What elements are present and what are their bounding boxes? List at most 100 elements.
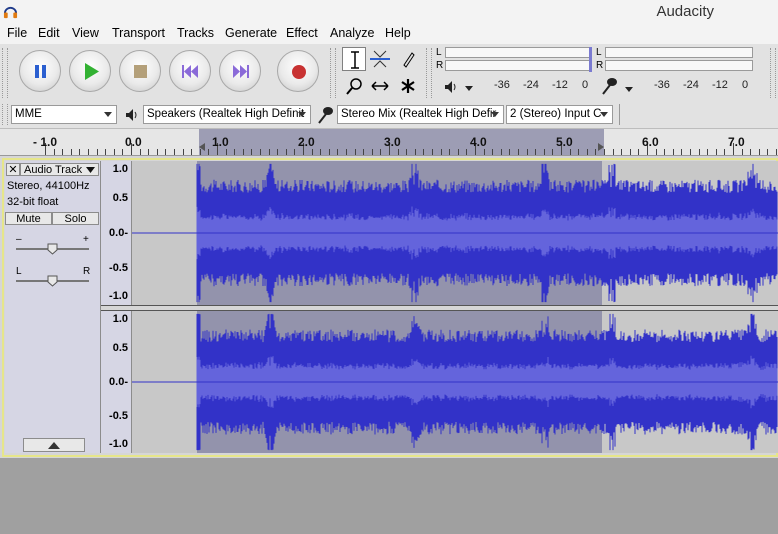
- pause-button[interactable]: [19, 50, 61, 92]
- waveform-left-channel[interactable]: [132, 161, 778, 305]
- mute-label: Mute: [16, 213, 41, 225]
- time-shift-tool[interactable]: [368, 74, 392, 98]
- microphone-icon: [318, 107, 333, 124]
- ruler-tick: [699, 149, 700, 155]
- track-area: ✕ Audio Track Stereo, 44100Hz 32-bit flo…: [0, 156, 778, 458]
- vertical-scale-right[interactable]: 1.0 0.5 0.0- -0.5 -1.0: [101, 311, 132, 453]
- zoom-tool[interactable]: [342, 74, 366, 98]
- ruler-tick: [157, 149, 158, 155]
- solo-button[interactable]: Solo: [52, 212, 99, 225]
- record-dropdown-arrow: [625, 87, 633, 92]
- output-device-value: Speakers (Realtek High Definit: [147, 108, 305, 120]
- toolbar-grip-right[interactable]: [770, 48, 776, 98]
- ruler-tick: [570, 149, 571, 155]
- ruler-tick: [105, 149, 106, 155]
- speaker-icon[interactable]: [441, 77, 481, 97]
- ruler-tick: [79, 149, 80, 155]
- vertical-scale-left[interactable]: 1.0 0.5 0.0- -0.5 -1.0: [101, 161, 132, 305]
- double-arrow-icon: [371, 81, 389, 91]
- ruler-label: 0.0: [125, 135, 142, 149]
- ruler-tick: [191, 149, 192, 155]
- playback-meter-right[interactable]: [445, 60, 590, 71]
- ruler-tick: [423, 149, 424, 155]
- track-name: Audio Track: [24, 164, 83, 176]
- gain-slider-thumb[interactable]: [47, 243, 58, 255]
- ruler-tick: [363, 149, 364, 155]
- envelope-tool[interactable]: [368, 47, 392, 71]
- draw-tool[interactable]: [396, 47, 420, 71]
- record-meter-right[interactable]: [605, 60, 753, 71]
- ruler-tick: [578, 149, 579, 155]
- ruler-tick: [449, 149, 450, 155]
- ruler-tick: [501, 149, 502, 155]
- mute-button[interactable]: Mute: [5, 212, 52, 225]
- menu-help[interactable]: Help: [385, 26, 411, 40]
- ruler-tick: [312, 149, 313, 155]
- menu-generate[interactable]: Generate: [225, 26, 277, 40]
- track-name-menu[interactable]: Audio Track: [20, 163, 99, 176]
- ruler-tick: [140, 149, 141, 155]
- skip-to-start-button[interactable]: [169, 50, 211, 92]
- stop-button[interactable]: [119, 50, 161, 92]
- tools-grip[interactable]: [330, 48, 336, 98]
- selection-tool[interactable]: [342, 47, 366, 71]
- waveform-right: [132, 313, 778, 451]
- play-icon: [85, 63, 99, 80]
- ruler-tick: [595, 149, 596, 155]
- input-channels-select[interactable]: 2 (Stereo) Input C: [506, 105, 613, 124]
- ruler-tick: [441, 149, 442, 155]
- audacity-headphones-icon: [3, 6, 18, 19]
- gain-minus-label: –: [16, 234, 22, 245]
- ruler-tick: [466, 149, 467, 155]
- ruler-tick: [337, 149, 338, 155]
- play-button[interactable]: [69, 50, 111, 92]
- ruler-tick: [552, 149, 553, 155]
- pencil-icon: [403, 52, 415, 68]
- ruler-tick: [114, 149, 115, 155]
- microphone-icon[interactable]: [599, 74, 643, 98]
- menu-view[interactable]: View: [72, 26, 99, 40]
- ruler-tick: [432, 149, 433, 155]
- empty-project-area[interactable]: [0, 458, 778, 534]
- menu-file[interactable]: File: [7, 26, 27, 40]
- multi-tool[interactable]: [396, 74, 420, 98]
- skip-end-icon: [233, 65, 249, 78]
- ruler-tick: [527, 149, 528, 155]
- menu-transport[interactable]: Transport: [112, 26, 165, 40]
- input-device-value: Stereo Mix (Realtek High Defir: [341, 108, 497, 120]
- scale-label: 1.0: [112, 163, 128, 175]
- output-device-select[interactable]: Speakers (Realtek High Definit: [143, 105, 311, 124]
- ruler-tick: [346, 149, 347, 155]
- playback-meter-left[interactable]: [445, 47, 590, 58]
- menu-analyze[interactable]: Analyze: [330, 26, 374, 40]
- input-device-select[interactable]: Stereo Mix (Realtek High Defir: [337, 105, 504, 124]
- menu-edit[interactable]: Edit: [38, 26, 60, 40]
- close-track-button[interactable]: ✕: [6, 163, 20, 176]
- ruler-tick: [329, 149, 330, 155]
- ruler-tick: [200, 149, 201, 155]
- input-channels-value: 2 (Stereo) Input C: [510, 108, 602, 120]
- window-title: Audacity: [656, 3, 714, 20]
- collapse-track-button[interactable]: [23, 438, 85, 452]
- ruler-tick: [544, 149, 545, 155]
- ruler-tick: [492, 149, 493, 155]
- record-meter-left[interactable]: [605, 47, 753, 58]
- ruler-tick: [767, 149, 768, 155]
- ruler-tick: [742, 149, 743, 155]
- ruler-tick: [630, 149, 631, 155]
- device-grip[interactable]: [2, 104, 8, 125]
- record-scale-36: -36: [654, 79, 670, 91]
- waveform-right-channel[interactable]: [132, 311, 778, 453]
- ruler-tick: [604, 149, 605, 155]
- envelope-icon: [370, 50, 390, 68]
- record-button[interactable]: [277, 50, 319, 92]
- audio-host-select[interactable]: MME: [11, 105, 117, 124]
- menu-tracks[interactable]: Tracks: [177, 26, 214, 40]
- timeline-ruler[interactable]: - 1.0 0.0 1.0 2.0 3.0 4.0 5.0 6.0 7.0: [0, 129, 778, 156]
- toolbar-grip[interactable]: [2, 48, 8, 98]
- pan-slider-thumb[interactable]: [47, 275, 58, 287]
- track-control-panel[interactable]: ✕ Audio Track Stereo, 44100Hz 32-bit flo…: [5, 161, 101, 453]
- menu-effect[interactable]: Effect: [286, 26, 318, 40]
- meter-grip[interactable]: [426, 48, 432, 98]
- skip-to-end-button[interactable]: [219, 50, 261, 92]
